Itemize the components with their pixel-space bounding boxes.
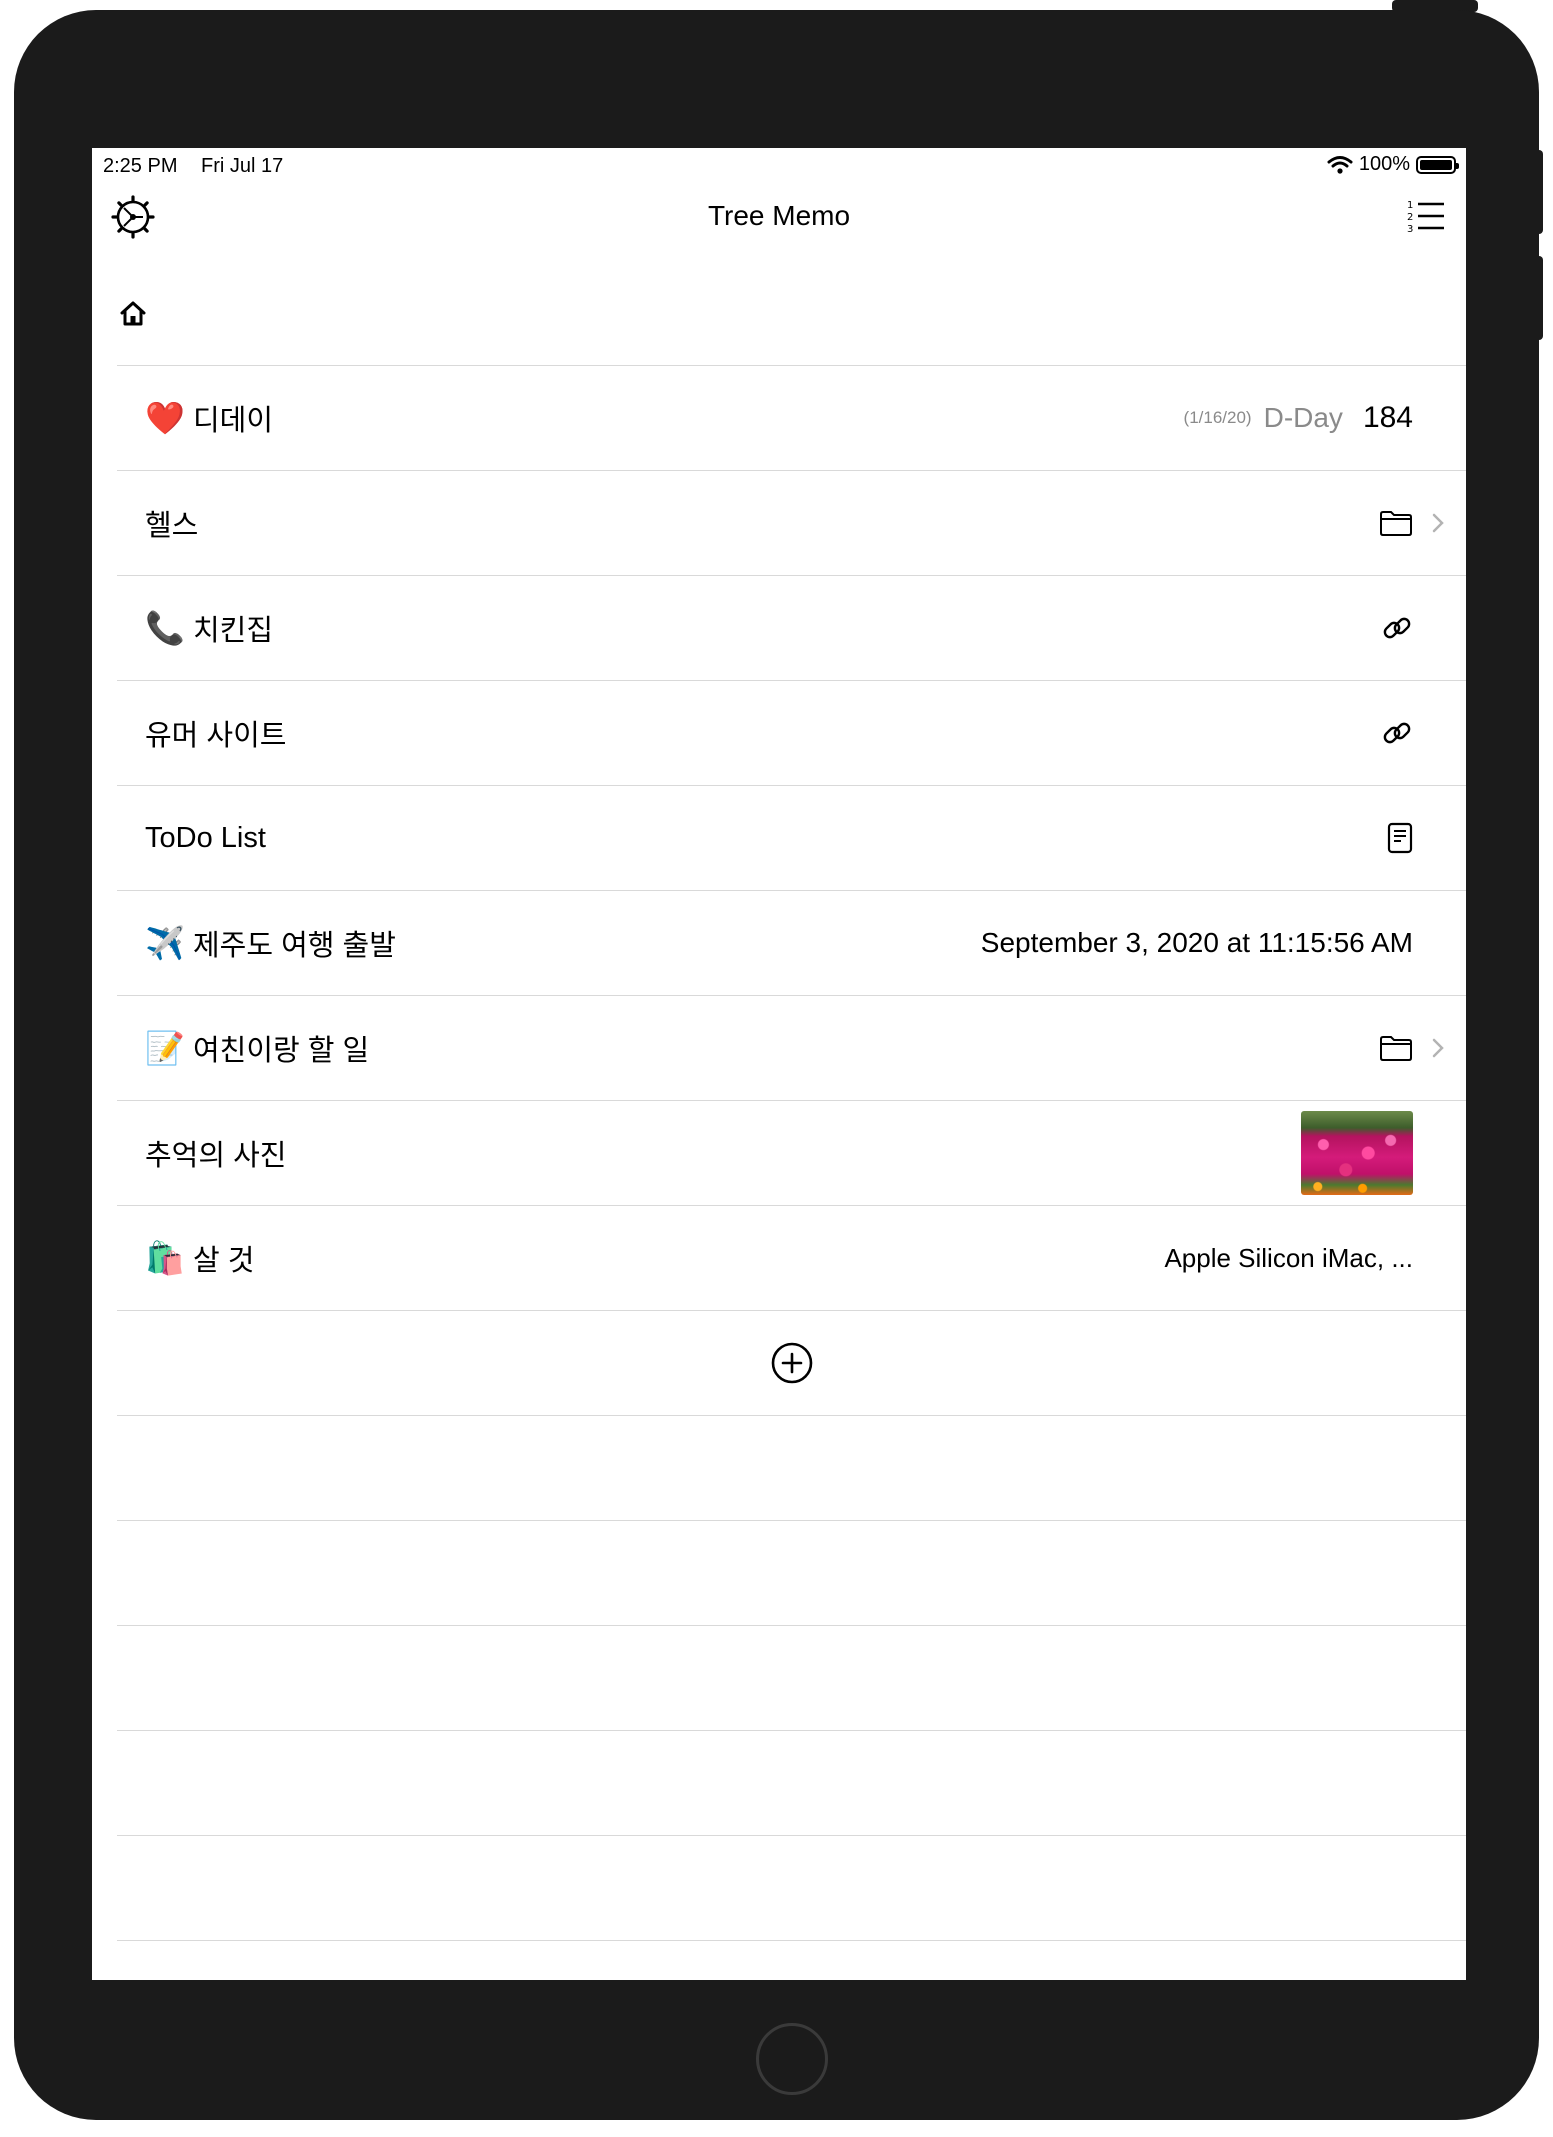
chevron-right-icon — [1432, 1038, 1444, 1058]
memo-emoji: 📝 — [145, 1030, 185, 1066]
item-text-value: Apple Silicon iMac, ... — [1164, 1242, 1413, 1273]
dday-count: 184 — [1362, 401, 1413, 434]
list-item-todo[interactable]: ToDo List — [117, 785, 1466, 890]
empty-row — [117, 1520, 1466, 1625]
memo-list: ❤️ 디데이 (1/16/20) D-Day 184 헬스 📞 치킨집 유머 사… — [117, 365, 1466, 1980]
airplane-emoji: ✈️ — [145, 925, 185, 961]
item-label: 여친이랑 할 일 — [193, 1035, 370, 1067]
empty-row — [117, 1940, 1466, 1980]
document-icon — [1387, 822, 1413, 854]
wifi-icon — [1327, 155, 1353, 174]
status-date: Fri Jul 17 — [201, 155, 284, 177]
list-item-photo[interactable]: 추억의 사진 — [117, 1100, 1466, 1205]
battery-icon — [1416, 155, 1459, 174]
item-label: 디데이 — [193, 405, 274, 437]
list-item-link-chicken[interactable]: 📞 치킨집 — [117, 575, 1466, 680]
svg-text:1: 1 — [1407, 200, 1413, 211]
svg-text:3: 3 — [1407, 224, 1413, 235]
dday-label: D-Day — [1263, 402, 1343, 433]
dday-date: (1/16/20) — [1183, 408, 1252, 427]
item-label: 제주도 여행 출발 — [193, 930, 396, 962]
heart-emoji: ❤️ — [145, 400, 185, 436]
item-label: 추억의 사진 — [145, 1140, 287, 1172]
list-item-jeju-trip[interactable]: ✈️ 제주도 여행 출발 September 3, 2020 at 11:15:… — [117, 890, 1466, 995]
status-bar: 2:25 PM Fri Jul 17 100% — [92, 148, 1466, 182]
status-right: 100% — [1327, 153, 1459, 176]
photo-thumbnail — [1301, 1111, 1413, 1195]
app-screen: 2:25 PM Fri Jul 17 100% Tree Memo 1 2 3 … — [92, 148, 1466, 1980]
navigation-bar: Tree Memo 1 2 3 — [92, 182, 1466, 264]
item-label: 치킨집 — [193, 615, 274, 647]
item-label: 살 것 — [193, 1245, 255, 1277]
list-item-link-humor[interactable]: 유머 사이트 — [117, 680, 1466, 785]
svg-text:2: 2 — [1407, 212, 1413, 223]
link-icon — [1383, 617, 1411, 639]
list-item-folder-health[interactable]: 헬스 — [117, 470, 1466, 575]
empty-row — [117, 1835, 1466, 1940]
plus-circle-icon[interactable] — [770, 1341, 814, 1385]
empty-row — [117, 1415, 1466, 1520]
folder-icon — [1380, 1036, 1412, 1061]
battery-percent: 100% — [1358, 153, 1410, 175]
item-label: ToDo List — [145, 821, 266, 854]
list-item-shopping[interactable]: 🛍️ 살 것 Apple Silicon iMac, ... — [117, 1205, 1466, 1310]
empty-row — [117, 1730, 1466, 1835]
item-date-value: September 3, 2020 at 11:15:56 AM — [980, 927, 1413, 958]
numbered-list-icon[interactable]: 1 2 3 — [1402, 194, 1448, 240]
home-button[interactable] — [756, 2023, 828, 2095]
list-item-dday[interactable]: ❤️ 디데이 (1/16/20) D-Day 184 — [117, 365, 1466, 470]
shopping-bags-emoji: 🛍️ — [145, 1240, 185, 1276]
link-icon — [1383, 722, 1411, 744]
folder-icon — [1380, 511, 1412, 536]
status-time: 2:25 PM — [103, 155, 178, 177]
phone-emoji: 📞 — [145, 610, 185, 646]
add-item-row — [117, 1310, 1466, 1415]
item-label: 유머 사이트 — [145, 720, 287, 752]
item-label: 헬스 — [145, 510, 199, 542]
empty-row — [117, 1625, 1466, 1730]
list-item-folder-todo-gf[interactable]: 📝 여친이랑 할 일 — [117, 995, 1466, 1100]
home-icon[interactable] — [118, 298, 148, 328]
page-title: Tree Memo — [707, 200, 851, 231]
chevron-right-icon — [1432, 513, 1444, 533]
